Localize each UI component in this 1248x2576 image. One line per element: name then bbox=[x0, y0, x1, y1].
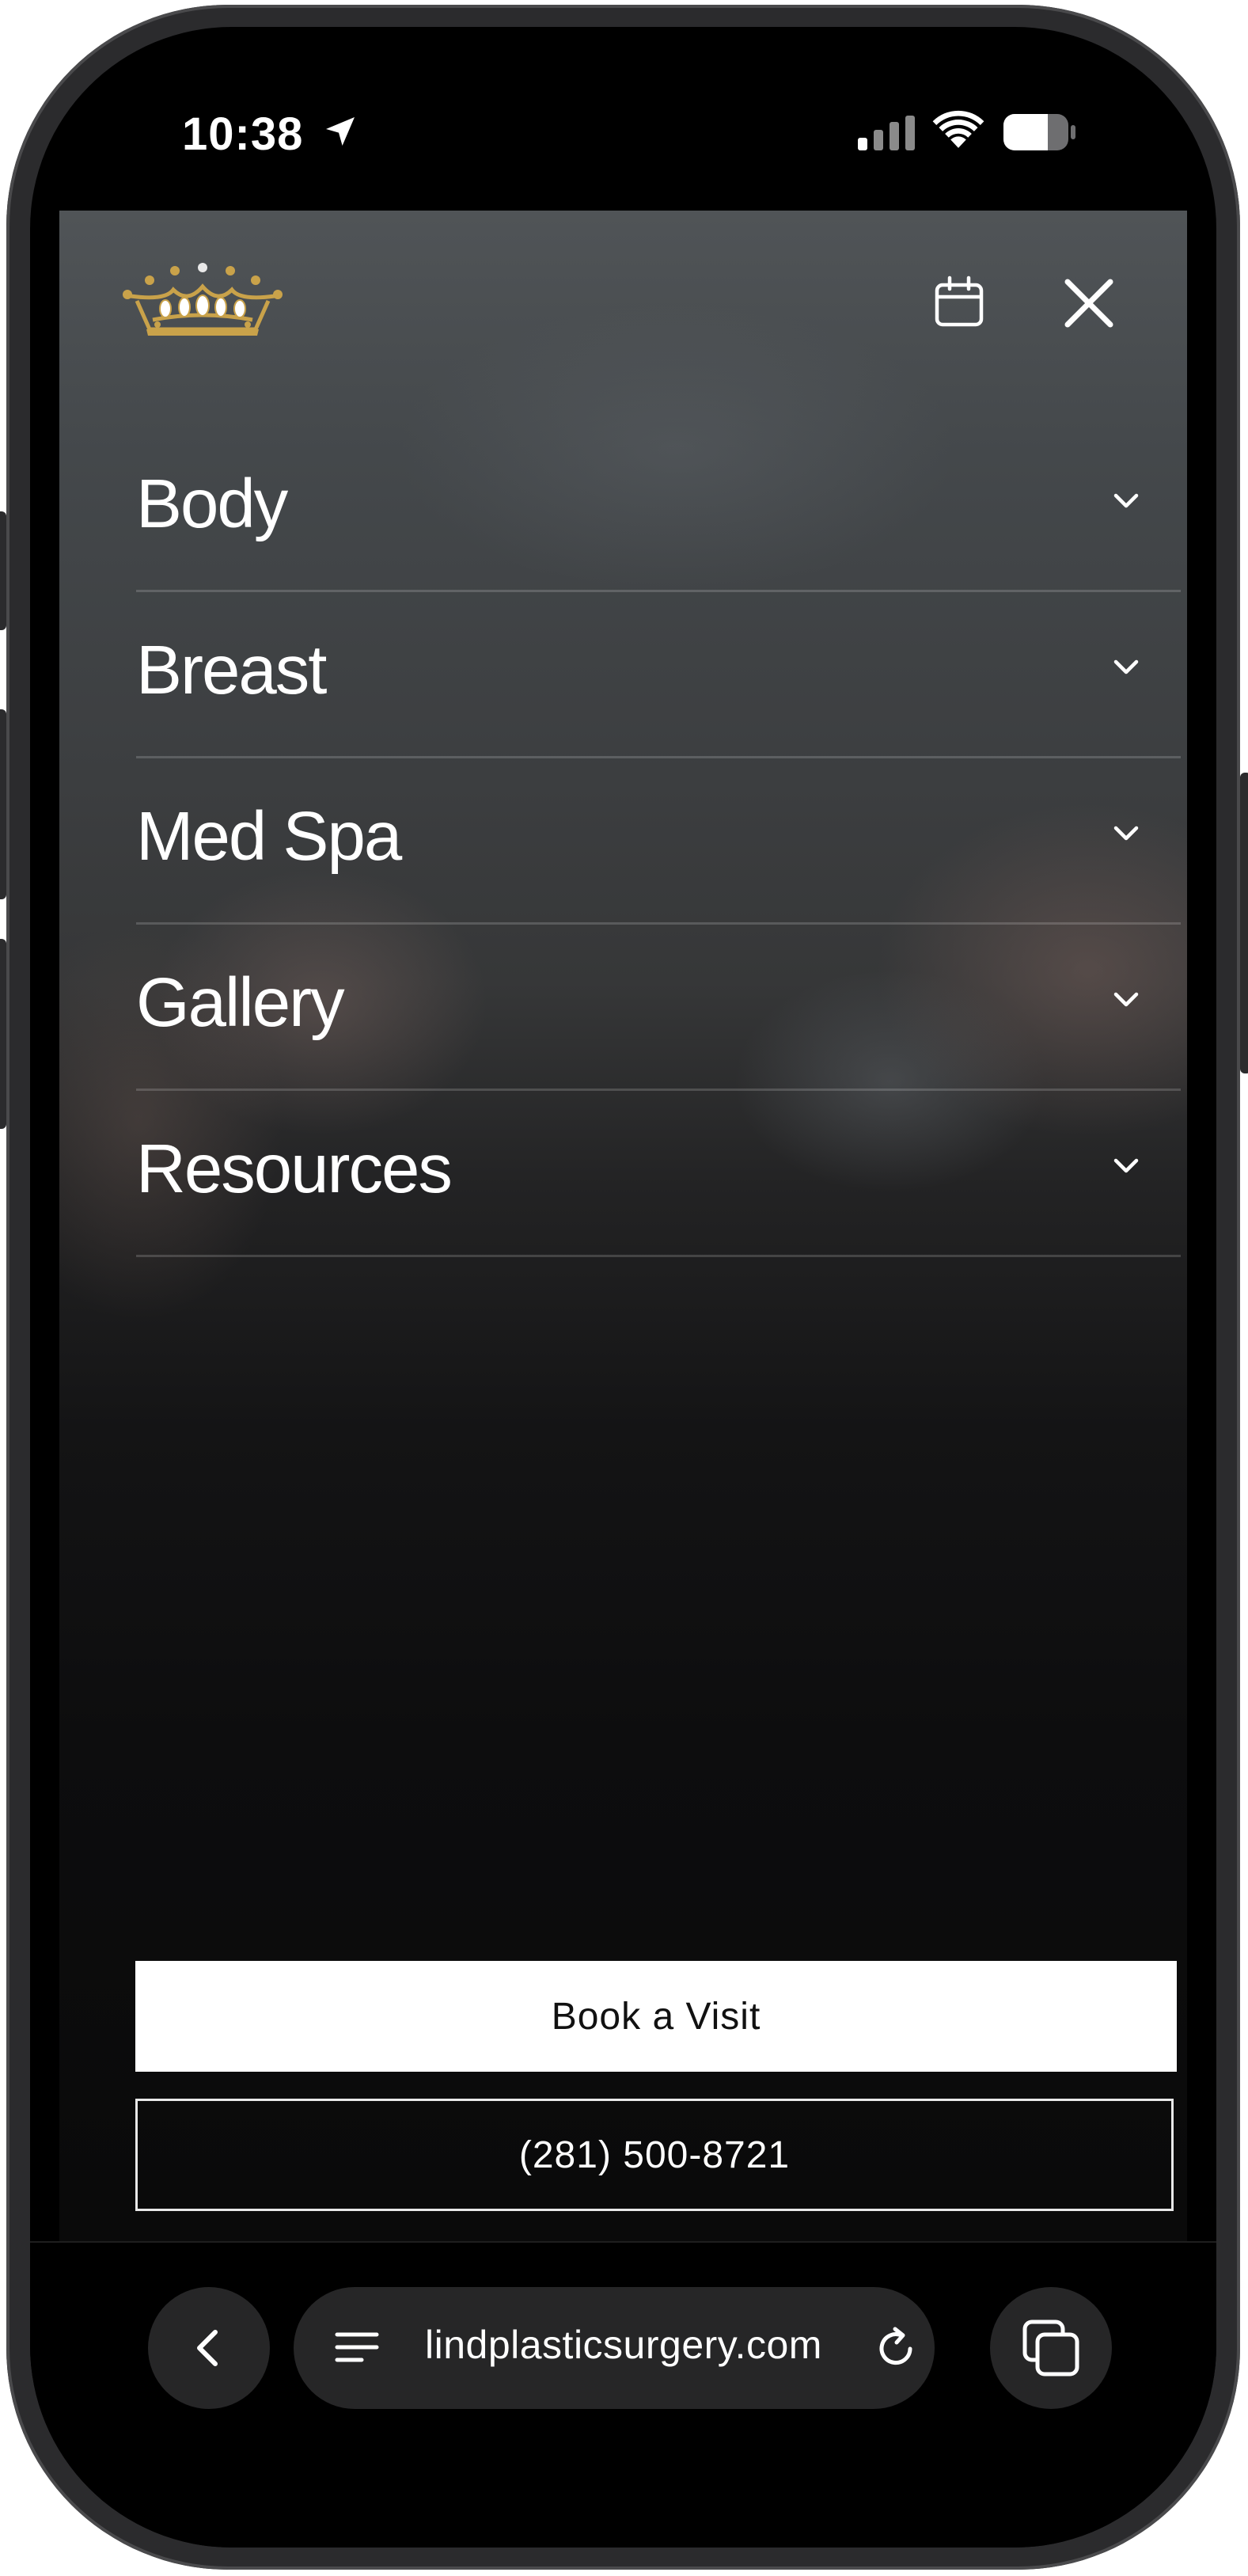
menu-item-breast[interactable]: Breast bbox=[136, 592, 1181, 758]
address-bar[interactable]: lindplasticsurgery.com bbox=[294, 2287, 935, 2409]
close-icon[interactable] bbox=[1061, 275, 1117, 331]
website-viewport: Body Breast Med Spa Gallery Resources Bo… bbox=[59, 211, 1187, 2241]
menu-item-med-spa[interactable]: Med Spa bbox=[136, 758, 1181, 925]
back-button[interactable] bbox=[148, 2287, 270, 2409]
volume-down-button bbox=[0, 939, 6, 1129]
page-menu-icon[interactable] bbox=[335, 2328, 379, 2366]
chevron-down-icon[interactable] bbox=[1106, 648, 1146, 687]
phone-frame: 10:38 Body Breast Med Spa Gallery Resour… bbox=[0, 5, 1248, 2570]
chevron-down-icon[interactable] bbox=[1106, 1146, 1146, 1186]
tabs-icon bbox=[1022, 2320, 1079, 2377]
menu-item-label: Gallery bbox=[136, 963, 345, 1041]
browser-toolbar: lindplasticsurgery.com bbox=[30, 2241, 1216, 2548]
crown-logo bbox=[123, 263, 283, 336]
status-time: 10:38 bbox=[182, 108, 304, 160]
chevron-down-icon[interactable] bbox=[1106, 980, 1146, 1020]
power-button bbox=[1240, 773, 1248, 1073]
screen: 10:38 Body Breast Med Spa Gallery Resour… bbox=[30, 27, 1216, 2548]
battery-icon bbox=[1003, 114, 1075, 150]
menu-item-label: Med Spa bbox=[136, 797, 402, 875]
menu-item-body[interactable]: Body bbox=[136, 426, 1181, 592]
tabs-button[interactable] bbox=[990, 2287, 1112, 2409]
menu-item-label: Resources bbox=[136, 1130, 453, 1207]
cellular-signal-icon bbox=[858, 116, 915, 150]
chevron-down-icon[interactable] bbox=[1106, 814, 1146, 853]
location-arrow-icon bbox=[326, 117, 355, 146]
url-text: lindplasticsurgery.com bbox=[425, 2323, 822, 2367]
action-button bbox=[0, 511, 6, 630]
wifi-icon bbox=[932, 110, 984, 148]
calendar-icon[interactable] bbox=[933, 275, 985, 328]
chevron-down-icon[interactable] bbox=[1106, 481, 1146, 521]
menu-item-label: Breast bbox=[136, 631, 327, 709]
status-bar: 10:38 bbox=[30, 27, 1216, 211]
nav-menu: Body Breast Med Spa Gallery Resources bbox=[136, 426, 1181, 1257]
phone-call-button[interactable]: (281) 500-8721 bbox=[135, 2099, 1174, 2211]
back-chevron-icon bbox=[197, 2330, 218, 2366]
volume-up-button bbox=[0, 709, 6, 899]
menu-item-gallery[interactable]: Gallery bbox=[136, 925, 1181, 1091]
menu-item-resources[interactable]: Resources bbox=[136, 1091, 1181, 1257]
menu-item-label: Body bbox=[136, 465, 288, 542]
book-a-visit-button[interactable]: Book a Visit bbox=[135, 1961, 1177, 2072]
reload-icon[interactable] bbox=[873, 2325, 919, 2371]
